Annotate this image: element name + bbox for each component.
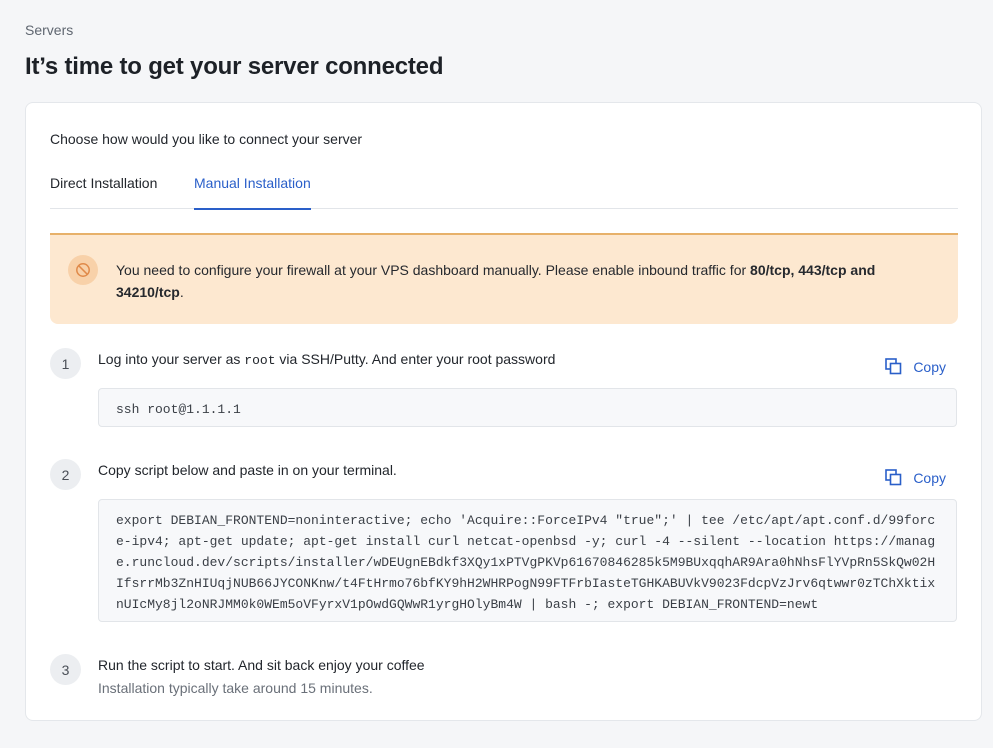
forbidden-icon — [68, 255, 98, 285]
alert-text-prefix: You need to configure your firewall at y… — [116, 262, 751, 278]
step-title: Run the script to start. And sit back en… — [98, 657, 425, 673]
card-heading: Choose how would you like to connect you… — [50, 131, 363, 147]
firewall-alert: You need to configure your firewall at y… — [50, 233, 958, 324]
page: Servers It’s time to get your server con… — [0, 0, 993, 748]
tab-bar: Direct Installation Manual Installation — [50, 163, 958, 210]
copy-icon — [885, 469, 902, 486]
step-title: Copy script below and paste in on your t… — [98, 462, 397, 478]
step-title-prefix: Log into your server as — [98, 351, 245, 367]
step-3: 3 Run the script to start. And sit back … — [50, 654, 958, 704]
step-2: 2 Copy script below and paste in on your… — [50, 459, 958, 624]
copy-label: Copy — [913, 358, 946, 375]
step-title-suffix: via SSH/Putty. And enter your root passw… — [275, 351, 556, 367]
copy-icon — [885, 358, 902, 375]
connect-card: Choose how would you like to connect you… — [25, 102, 982, 721]
tab-direct-installation[interactable]: Direct Installation — [50, 175, 157, 209]
tab-manual-installation[interactable]: Manual Installation — [194, 175, 311, 210]
breadcrumb[interactable]: Servers — [25, 22, 73, 38]
copy-label: Copy — [913, 469, 946, 486]
copy-button[interactable]: Copy — [885, 358, 946, 375]
copy-button[interactable]: Copy — [885, 469, 946, 486]
alert-text-suffix: . — [179, 284, 184, 300]
install-script-box[interactable]: export DEBIAN_FRONTEND=noninteractive; e… — [98, 499, 957, 622]
page-title: It’s time to get your server connected — [25, 53, 444, 80]
step-1: 1 Log into your server as root via SSH/P… — [50, 348, 958, 428]
ssh-command-box[interactable]: ssh root@1.1.1.1 — [98, 388, 957, 427]
alert-text: You need to configure your firewall at y… — [116, 259, 906, 303]
step-number: 2 — [50, 459, 81, 490]
step-number: 3 — [50, 654, 81, 685]
step-title: Log into your server as root via SSH/Put… — [98, 351, 555, 368]
step-number: 1 — [50, 348, 81, 379]
step-subtitle: Installation typically take around 15 mi… — [98, 680, 373, 696]
step-title-code: root — [244, 353, 276, 368]
